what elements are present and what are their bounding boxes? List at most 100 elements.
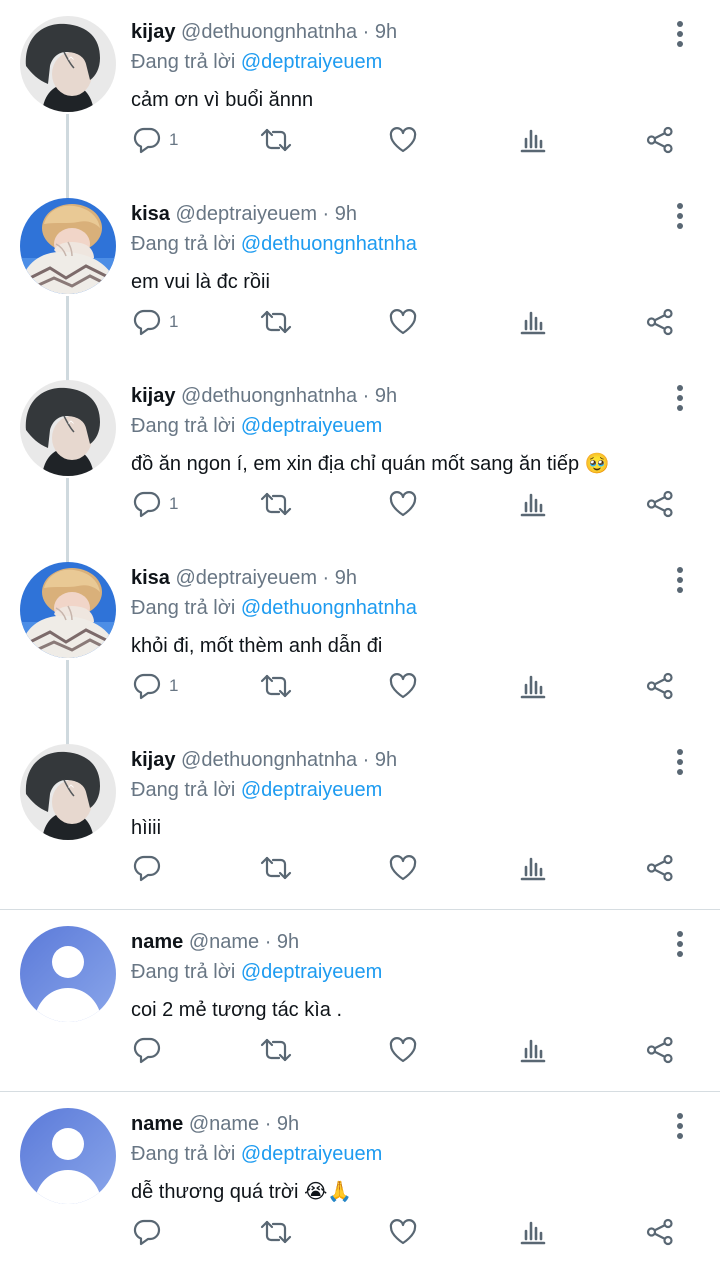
display-name[interactable]: kisa <box>131 567 170 589</box>
stats-button[interactable] <box>518 666 548 706</box>
share-button[interactable] <box>645 848 675 888</box>
retweet-button[interactable] <box>259 302 293 342</box>
action-bar: 1 <box>0 666 720 706</box>
avatar[interactable] <box>20 926 116 1022</box>
more-icon[interactable] <box>664 16 696 52</box>
display-name[interactable]: kijay <box>131 21 175 43</box>
timestamp: · 9h <box>264 931 300 953</box>
retweet-button[interactable] <box>259 120 293 160</box>
tweet[interactable]: ^ kijay @dethuongnhatnha · 9h Đang trả l… <box>0 0 720 182</box>
share-icon <box>645 125 675 155</box>
share-icon <box>645 671 675 701</box>
mention-link[interactable]: @deptraiyeuem <box>241 415 382 437</box>
retweet-button[interactable] <box>259 666 293 706</box>
retweet-icon <box>259 307 293 337</box>
more-icon[interactable] <box>664 380 696 416</box>
reply-count: 1 <box>169 312 179 331</box>
avatar[interactable] <box>20 1108 116 1204</box>
like-button[interactable] <box>388 1212 418 1252</box>
share-button[interactable] <box>645 666 675 706</box>
avatar[interactable]: ^ <box>20 16 116 112</box>
like-button[interactable] <box>388 848 418 888</box>
stats-button[interactable] <box>518 1030 548 1070</box>
like-icon <box>388 1035 418 1065</box>
display-name[interactable]: kisa <box>131 203 170 225</box>
user-handle[interactable]: @dethuongnhatnha <box>181 385 357 407</box>
share-button[interactable] <box>645 1030 675 1070</box>
tweet[interactable]: ^ kijay @dethuongnhatnha · 9h Đang trả l… <box>0 364 720 546</box>
mention-link[interactable]: @deptraiyeuem <box>241 779 382 801</box>
reply-count: 1 <box>169 676 179 695</box>
retweet-button[interactable] <box>259 1212 293 1252</box>
user-handle[interactable]: @name <box>189 1113 259 1135</box>
display-name[interactable]: name <box>131 931 183 953</box>
share-icon <box>645 1035 675 1065</box>
like-button[interactable] <box>388 120 418 160</box>
display-name[interactable]: kijay <box>131 749 175 771</box>
tweet[interactable]: kisa @deptraiyeuem · 9h Đang trả lời @de… <box>0 546 720 728</box>
like-button[interactable] <box>388 666 418 706</box>
more-icon[interactable] <box>664 744 696 780</box>
like-button[interactable] <box>388 484 418 524</box>
reply-button[interactable]: 1 <box>132 484 178 524</box>
mention-link[interactable]: @dethuongnhatnha <box>241 597 417 619</box>
action-bar <box>0 1212 720 1252</box>
replying-label: Đang trả lời <box>131 779 236 801</box>
like-icon <box>388 307 418 337</box>
retweet-button[interactable] <box>259 484 293 524</box>
reply-button[interactable] <box>132 1030 169 1070</box>
reply-button[interactable]: 1 <box>132 302 178 342</box>
like-button[interactable] <box>388 1030 418 1070</box>
tweet[interactable]: name @name · 9h Đang trả lời @deptraiyeu… <box>0 910 720 1092</box>
svg-text:^: ^ <box>67 784 75 795</box>
stats-button[interactable] <box>518 120 548 160</box>
tweet[interactable]: ^ kijay @dethuongnhatnha · 9h Đang trả l… <box>0 728 720 910</box>
share-button[interactable] <box>645 1212 675 1252</box>
avatar[interactable]: ^ <box>20 744 116 840</box>
stats-button[interactable] <box>518 484 548 524</box>
reply-button[interactable]: 1 <box>132 120 178 160</box>
replying-label: Đang trả lời <box>131 233 236 255</box>
more-icon[interactable] <box>664 562 696 598</box>
more-icon[interactable] <box>664 926 696 962</box>
share-button[interactable] <box>645 120 675 160</box>
user-handle[interactable]: @deptraiyeuem <box>176 203 317 225</box>
stats-button[interactable] <box>518 302 548 342</box>
tweet[interactable]: name @name · 9h Đang trả lời @deptraiyeu… <box>0 1092 720 1271</box>
share-button[interactable] <box>645 302 675 342</box>
display-name[interactable]: kijay <box>131 385 175 407</box>
mention-link[interactable]: @deptraiyeuem <box>241 1143 382 1165</box>
reply-button[interactable] <box>132 1212 169 1252</box>
stats-icon <box>518 671 548 701</box>
share-button[interactable] <box>645 484 675 524</box>
replying-label: Đang trả lời <box>131 415 236 437</box>
svg-text:^: ^ <box>67 56 75 67</box>
user-handle[interactable]: @deptraiyeuem <box>176 567 317 589</box>
tweet[interactable]: kisa @deptraiyeuem · 9h Đang trả lời @de… <box>0 182 720 364</box>
avatar[interactable] <box>20 562 116 658</box>
mention-link[interactable]: @deptraiyeuem <box>241 961 382 983</box>
replying-label: Đang trả lời <box>131 51 236 73</box>
user-handle[interactable]: @name <box>189 931 259 953</box>
like-button[interactable] <box>388 302 418 342</box>
avatar[interactable] <box>20 198 116 294</box>
stats-button[interactable] <box>518 1212 548 1252</box>
like-icon <box>388 853 418 883</box>
user-handle[interactable]: @dethuongnhatnha <box>181 749 357 771</box>
reply-button[interactable] <box>132 848 169 888</box>
stats-icon <box>518 1035 548 1065</box>
tweet-text: cảm ơn vì buổi ănnn <box>131 89 314 111</box>
action-bar: 1 <box>0 120 720 160</box>
more-icon[interactable] <box>664 198 696 234</box>
user-handle[interactable]: @dethuongnhatnha <box>181 21 357 43</box>
mention-link[interactable]: @dethuongnhatnha <box>241 233 417 255</box>
stats-button[interactable] <box>518 848 548 888</box>
avatar[interactable]: ^ <box>20 380 116 476</box>
retweet-button[interactable] <box>259 848 293 888</box>
more-icon[interactable] <box>664 1108 696 1144</box>
reply-button[interactable]: 1 <box>132 666 178 706</box>
retweet-button[interactable] <box>259 1030 293 1070</box>
mention-link[interactable]: @deptraiyeuem <box>241 51 382 73</box>
display-name[interactable]: name <box>131 1113 183 1135</box>
reply-count: 1 <box>169 494 179 513</box>
